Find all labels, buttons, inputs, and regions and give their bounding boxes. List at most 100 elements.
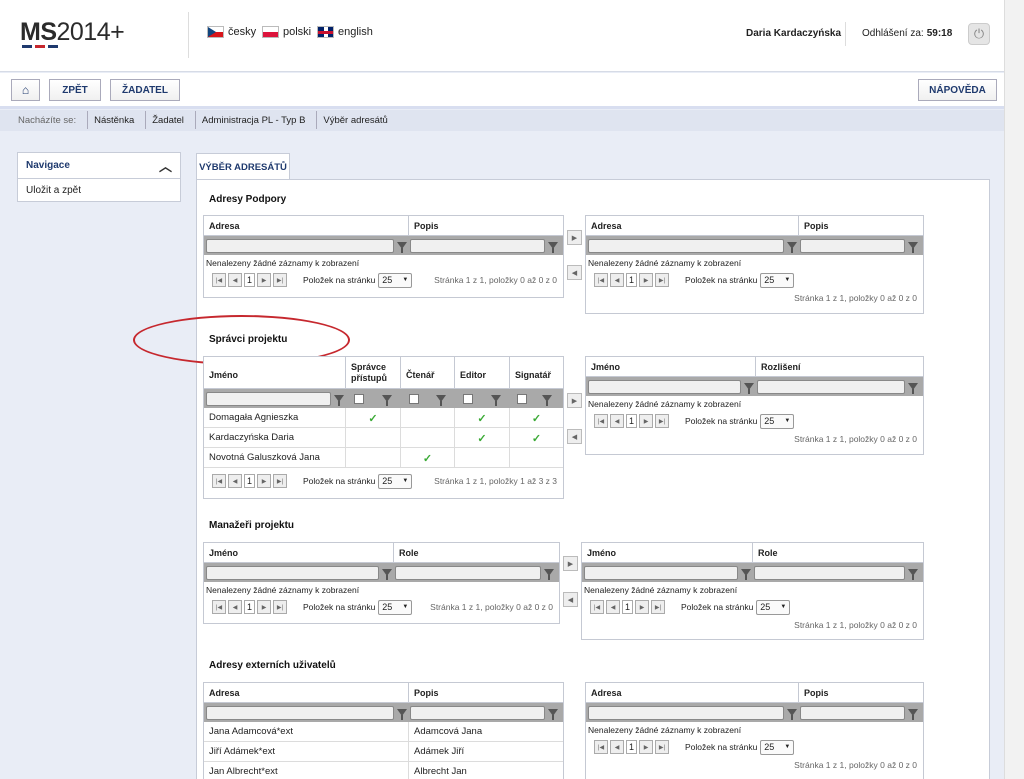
next-page-icon[interactable]: ▶ (639, 740, 653, 754)
next-page-icon[interactable]: ▶ (257, 600, 271, 614)
next-page-icon[interactable]: ▶ (257, 273, 271, 287)
column-header[interactable]: Jméno (582, 543, 753, 562)
filter-icon[interactable] (741, 569, 751, 580)
page-size-select[interactable]: 25 (760, 413, 795, 429)
page-number[interactable]: 1 (244, 600, 255, 614)
first-page-icon[interactable]: |◀ (590, 600, 604, 614)
lang-polish[interactable]: polski (262, 26, 311, 38)
prev-page-icon[interactable]: ◀ (228, 273, 242, 287)
filter-icon[interactable] (381, 395, 392, 406)
prev-page-icon[interactable]: ◀ (606, 600, 620, 614)
lang-czech[interactable]: česky (207, 26, 256, 38)
column-header[interactable]: Popis (799, 683, 923, 702)
breadcrumb-item[interactable]: Žadatel (152, 111, 202, 129)
filter-icon[interactable] (397, 242, 407, 253)
table-row[interactable]: Novotná Galuszková Jana ✓ (204, 448, 563, 468)
filter-checkbox[interactable] (354, 393, 365, 404)
filter-input[interactable] (395, 565, 541, 580)
column-header[interactable]: Adresa (204, 683, 409, 702)
applicant-button[interactable]: ŽADATEL (110, 79, 180, 101)
page-number[interactable]: 1 (244, 474, 255, 488)
nav-item-save-back[interactable]: Uložit a zpět (18, 179, 180, 202)
last-page-icon[interactable]: ▶| (655, 740, 669, 754)
prev-page-icon[interactable]: ◀ (228, 474, 242, 488)
column-header[interactable]: Popis (409, 683, 563, 702)
filter-input[interactable] (410, 705, 545, 720)
scrollbar[interactable] (1004, 0, 1024, 779)
page-number[interactable]: 1 (622, 600, 633, 614)
filter-icon[interactable] (787, 242, 797, 253)
back-button[interactable]: ZPĚT (49, 79, 101, 101)
column-header[interactable]: Čtenář (401, 357, 455, 388)
page-number[interactable]: 1 (244, 273, 255, 287)
help-button[interactable]: NÁPOVĚDA (918, 79, 997, 101)
column-header[interactable]: Editor (455, 357, 510, 388)
move-left-icon[interactable]: ◀ (563, 592, 578, 607)
filter-input[interactable] (800, 705, 905, 720)
column-header[interactable]: Popis (799, 216, 923, 235)
filter-input[interactable] (800, 238, 905, 253)
move-left-icon[interactable]: ◀ (567, 265, 582, 280)
filter-icon[interactable] (334, 395, 344, 406)
next-page-icon[interactable]: ▶ (639, 414, 653, 428)
table-row[interactable]: Jiří Adámek*ext Adámek Jiří (204, 742, 563, 762)
page-size-select[interactable]: 25 (378, 473, 413, 489)
lang-english[interactable]: english (317, 26, 373, 38)
filter-input[interactable] (206, 391, 331, 406)
next-page-icon[interactable]: ▶ (639, 273, 653, 287)
page-size-select[interactable]: 25 (378, 272, 413, 288)
column-header[interactable]: Popis (409, 216, 563, 235)
column-header[interactable]: Adresa (586, 216, 799, 235)
column-header[interactable]: Jméno (586, 357, 756, 376)
move-left-icon[interactable]: ◀ (567, 429, 582, 444)
first-page-icon[interactable]: |◀ (594, 273, 608, 287)
filter-checkbox[interactable] (409, 393, 419, 404)
filter-checkbox[interactable] (463, 393, 474, 404)
column-header[interactable]: Adresa (586, 683, 799, 702)
breadcrumb-item[interactable]: Administracja PL - Typ B (202, 111, 323, 129)
prev-page-icon[interactable]: ◀ (610, 740, 624, 754)
filter-input[interactable] (757, 379, 905, 394)
page-size-select[interactable]: 25 (760, 739, 795, 755)
last-page-icon[interactable]: ▶| (655, 273, 669, 287)
prev-page-icon[interactable]: ◀ (228, 600, 242, 614)
user-name[interactable]: Daria Kardaczyńska (746, 28, 841, 39)
move-right-icon[interactable]: ▶ (563, 556, 578, 571)
power-icon[interactable]: ⏻ (968, 23, 990, 45)
filter-icon[interactable] (787, 709, 797, 720)
column-header[interactable]: Role (753, 543, 923, 562)
move-right-icon[interactable]: ▶ (567, 393, 582, 408)
filter-icon[interactable] (548, 242, 558, 253)
filter-icon[interactable] (436, 395, 446, 406)
prev-page-icon[interactable]: ◀ (610, 414, 624, 428)
filter-icon[interactable] (744, 383, 754, 394)
filter-icon[interactable] (908, 709, 918, 720)
last-page-icon[interactable]: ▶| (273, 273, 287, 287)
column-header[interactable]: Rozlišení (756, 357, 923, 376)
filter-icon[interactable] (397, 709, 407, 720)
filter-input[interactable] (584, 565, 738, 580)
column-header[interactable]: Jméno (204, 543, 394, 562)
column-header[interactable]: Adresa (204, 216, 409, 235)
page-size-select[interactable]: 25 (760, 272, 795, 288)
filter-input[interactable] (588, 379, 741, 394)
table-row[interactable]: Domagała Agnieszka ✓ ✓ ✓ (204, 408, 563, 428)
filter-icon[interactable] (490, 395, 501, 406)
next-page-icon[interactable]: ▶ (635, 600, 649, 614)
page-number[interactable]: 1 (626, 740, 637, 754)
last-page-icon[interactable]: ▶| (273, 600, 287, 614)
prev-page-icon[interactable]: ◀ (610, 273, 624, 287)
filter-icon[interactable] (908, 569, 918, 580)
ms2014-logo[interactable]: MS2014+ (20, 18, 125, 47)
filter-icon[interactable] (908, 242, 918, 253)
filter-input[interactable] (206, 238, 394, 253)
page-number[interactable]: 1 (626, 414, 637, 428)
first-page-icon[interactable]: |◀ (212, 474, 226, 488)
filter-icon[interactable] (542, 395, 552, 406)
page-size-select[interactable]: 25 (378, 599, 413, 615)
move-right-icon[interactable]: ▶ (567, 230, 582, 245)
filter-icon[interactable] (908, 383, 918, 394)
next-page-icon[interactable]: ▶ (257, 474, 271, 488)
table-row[interactable]: Jan Albrecht*ext Albrecht Jan (204, 762, 563, 779)
first-page-icon[interactable]: |◀ (594, 414, 608, 428)
